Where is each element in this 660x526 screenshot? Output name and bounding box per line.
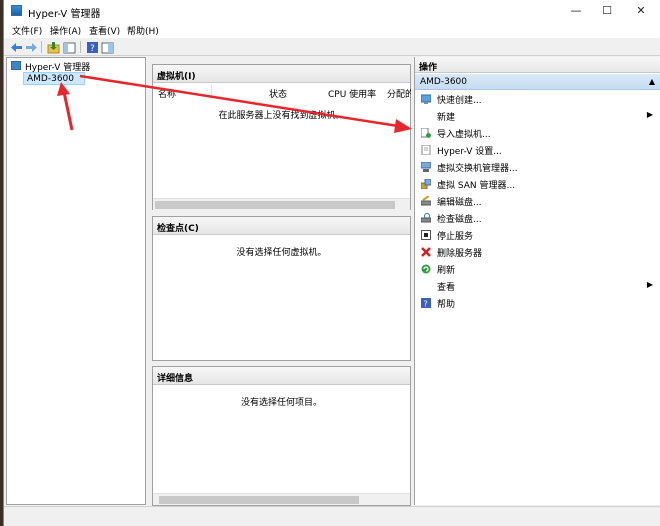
action-inspect-disk[interactable]: 检查磁盘... [415, 210, 660, 226]
up-folder-icon[interactable] [46, 40, 60, 54]
col-cpu[interactable]: CPU 使用率 [328, 87, 376, 100]
actions-title: 操作 [415, 57, 660, 73]
vm-scroll-thumb[interactable] [155, 201, 395, 209]
import-vm-icon [420, 127, 431, 138]
action-label: 编辑磁盘... [437, 198, 482, 208]
action-stop-service[interactable]: 停止服务 [415, 227, 660, 243]
checkpoint-empty-message: 没有选择任何虚拟机。 [236, 248, 327, 258]
hyperv-window: Hyper-V 管理器 — ☐ ✕ 文件(F) 操作(A) 查看(V) 帮助(H… [3, 0, 660, 526]
actions-group-label: AMD-3600 [420, 77, 468, 87]
action-virtual-san[interactable]: 虚拟 SAN 管理器... [415, 176, 660, 192]
edit-disk-icon [420, 195, 432, 206]
action-virtual-switch[interactable]: 虚拟交换机管理器... [415, 159, 660, 175]
collapse-caret-icon[interactable]: ▲ [649, 77, 655, 86]
vm-hscrollbar[interactable] [153, 198, 410, 210]
action-label: 虚拟 SAN 管理器... [437, 181, 516, 191]
details-panel: 详细信息 没有选择任何项目。 [152, 366, 411, 506]
action-label: 检查磁盘... [437, 215, 482, 225]
action-remove-server[interactable]: 删除服务器 [415, 244, 660, 260]
forward-icon[interactable] [24, 40, 37, 53]
action-help[interactable]: ? 帮助 [415, 295, 660, 311]
action-label: 帮助 [437, 300, 456, 310]
help-icon[interactable]: ? [85, 40, 98, 54]
svg-text:?: ? [90, 44, 95, 54]
toolbar: ? [4, 38, 660, 56]
action-refresh[interactable]: 刷新 [415, 261, 660, 277]
checkpoint-panel-title: 检查点(C) [153, 217, 410, 235]
help-icon: ? [421, 298, 431, 309]
status-bar [4, 506, 660, 526]
col-memory[interactable]: 分配的 [387, 87, 411, 100]
inspect-disk-icon [420, 213, 432, 223]
action-label: Hyper-V 设置... [437, 147, 502, 157]
back-icon[interactable] [9, 40, 22, 53]
close-button[interactable]: ✕ [626, 0, 656, 22]
menu-bar: 文件(F) 操作(A) 查看(V) 帮助(H) [4, 22, 660, 38]
menu-file[interactable]: 文件(F) [12, 24, 42, 37]
san-icon [420, 178, 432, 190]
stop-icon [421, 230, 431, 240]
center-scroll-thumb[interactable] [159, 496, 359, 504]
action-quick-create[interactable]: 快速创建... [415, 91, 660, 107]
window-title: Hyper-V 管理器 [28, 9, 101, 20]
properties-pane-icon[interactable] [100, 40, 114, 54]
delete-red-x-icon [421, 247, 431, 257]
svg-text:?: ? [424, 300, 428, 309]
action-label: 查看 [437, 283, 456, 293]
action-new[interactable]: 新建 ▶ [415, 108, 660, 124]
minimize-button[interactable]: — [561, 0, 591, 22]
details-panel-title: 详细信息 [153, 367, 410, 385]
action-edit-disk[interactable]: 编辑磁盘... [415, 193, 660, 209]
action-label: 导入虚拟机... [437, 130, 491, 140]
center-hscrollbar[interactable] [153, 493, 410, 505]
action-hyperv-settings[interactable]: Hyper-V 设置... [415, 142, 660, 158]
checkpoint-panel: 检查点(C) 没有选择任何虚拟机。 [152, 216, 411, 361]
submenu-arrow-icon: ▶ [646, 110, 653, 119]
hyperv-app-icon [11, 5, 22, 16]
virtual-switch-icon [420, 161, 432, 172]
refresh-icon [421, 264, 431, 274]
action-label: 新建 [437, 113, 456, 123]
settings-doc-icon [421, 144, 431, 156]
details-empty-message: 没有选择任何项目。 [240, 398, 322, 408]
action-import-vm[interactable]: 导入虚拟机... [415, 125, 660, 141]
menu-view[interactable]: 查看(V) [89, 24, 120, 37]
actions-group-server[interactable]: AMD-3600 ▲ [415, 74, 660, 90]
vm-panel: 虚拟机(I) 名称 状态 CPU 使用率 分配的 在此服务器上没有找到虚拟机。 [152, 64, 411, 210]
show-hide-tree-icon[interactable] [62, 40, 76, 54]
menu-help[interactable]: 帮助(H) [127, 24, 159, 37]
menu-action[interactable]: 操作(A) [50, 24, 81, 37]
tree-server-label: AMD-3600 [27, 74, 75, 84]
action-label: 删除服务器 [437, 249, 483, 259]
action-label: 快速创建... [437, 96, 482, 106]
title-bar[interactable]: Hyper-V 管理器 — ☐ ✕ [4, 0, 660, 22]
col-name[interactable]: 名称 [158, 87, 176, 100]
console-tree[interactable]: Hyper-V 管理器 AMD-3600 [6, 57, 146, 505]
action-label: 虚拟交换机管理器... [437, 164, 518, 174]
vm-panel-title: 虚拟机(I) [153, 65, 410, 83]
tree-item-server[interactable]: AMD-3600 [23, 72, 85, 85]
quick-create-icon [420, 94, 432, 104]
action-label: 刷新 [437, 266, 456, 276]
maximize-button[interactable]: ☐ [592, 0, 622, 22]
hyperv-manager-icon [11, 61, 21, 70]
action-label: 停止服务 [437, 232, 474, 242]
action-view[interactable]: 查看 ▶ [415, 278, 660, 294]
vm-empty-message: 在此服务器上没有找到虚拟机。 [218, 111, 345, 121]
submenu-arrow-icon: ▶ [646, 280, 653, 289]
actions-pane: 操作 AMD-3600 ▲ 快速创建... 新建 ▶ 导入虚拟机... Hype… [414, 57, 660, 505]
col-state[interactable]: 状态 [269, 87, 287, 100]
